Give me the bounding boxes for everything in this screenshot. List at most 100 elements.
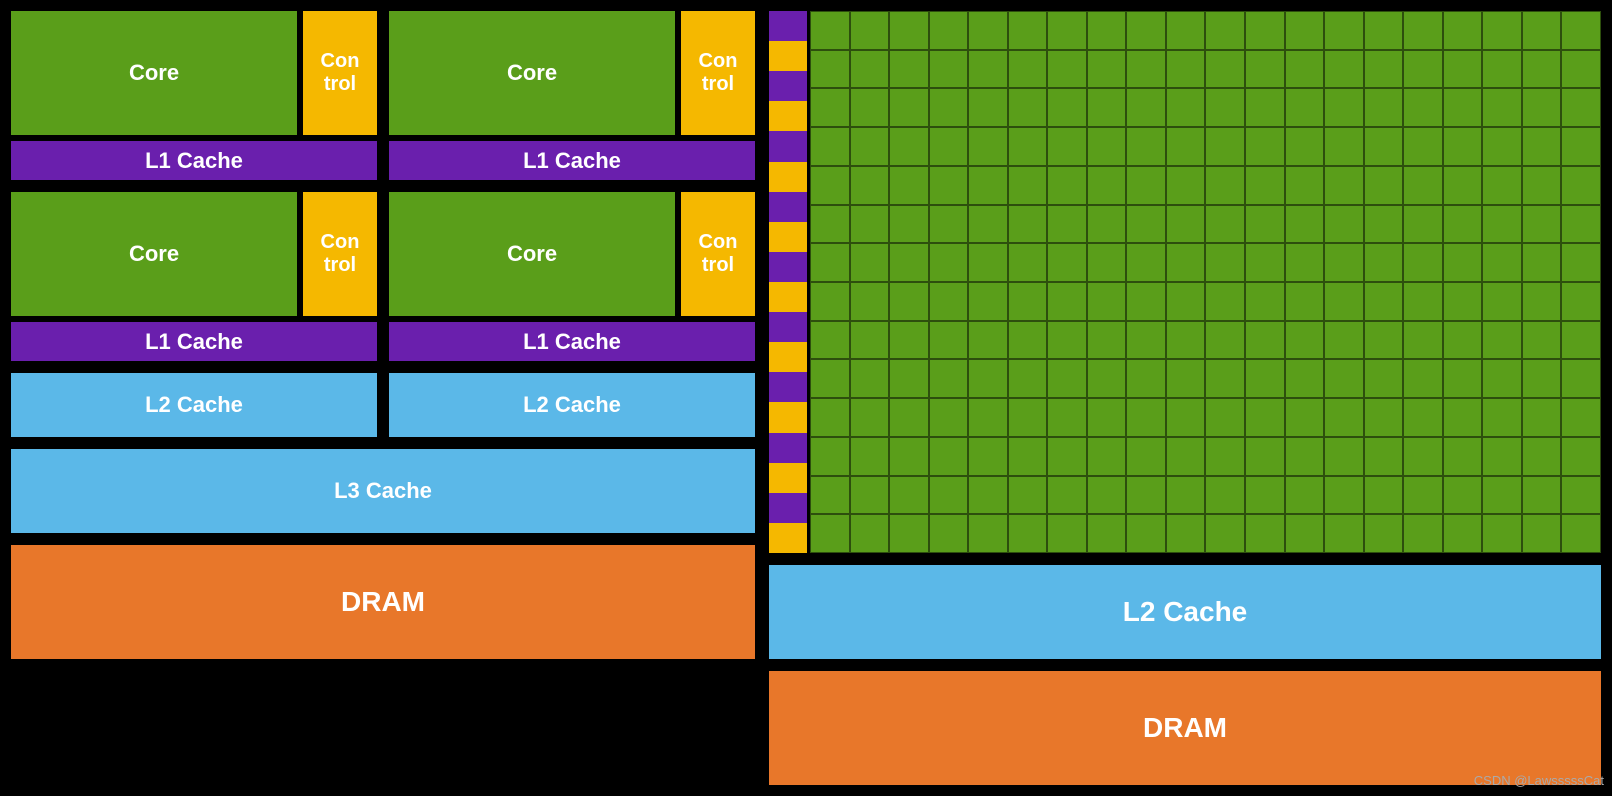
- gpu-cell-8-13: [1324, 321, 1364, 360]
- gpu-cell-13-13: [1324, 514, 1364, 553]
- gpu-cell-4-17: [1482, 166, 1522, 205]
- gpu-cell-0-1: [850, 11, 890, 50]
- gpu-cell-6-10: [1205, 243, 1245, 282]
- gpu-cell-10-11: [1245, 398, 1285, 437]
- gpu-cell-13-6: [1047, 514, 1087, 553]
- gpu-cell-9-15: [1403, 359, 1443, 398]
- gpu-cell-11-13: [1324, 437, 1364, 476]
- gpu-cell-5-2: [889, 205, 929, 244]
- gpu-cell-10-13: [1324, 398, 1364, 437]
- gpu-cell-5-6: [1047, 205, 1087, 244]
- gpu-cell-12-1: [850, 476, 890, 515]
- gpu-cell-1-0: [810, 50, 850, 89]
- stripe-cell-0: [769, 11, 807, 41]
- gpu-cell-12-15: [1403, 476, 1443, 515]
- gpu-cell-8-0: [810, 321, 850, 360]
- gpu-cell-2-3: [929, 88, 969, 127]
- gpu-cell-4-1: [850, 166, 890, 205]
- gpu-cell-7-15: [1403, 282, 1443, 321]
- gpu-cell-7-10: [1205, 282, 1245, 321]
- gpu-cell-3-5: [1008, 127, 1048, 166]
- core-4: Core: [386, 189, 678, 319]
- gpu-cell-4-12: [1285, 166, 1325, 205]
- gpu-cell-3-14: [1364, 127, 1404, 166]
- gpu-cell-13-16: [1443, 514, 1483, 553]
- gpu-cores-area: [766, 8, 1604, 556]
- gpu-cell-10-16: [1443, 398, 1483, 437]
- stripe-cell-9: [769, 282, 807, 312]
- gpu-cell-11-9: [1166, 437, 1206, 476]
- gpu-cell-1-18: [1522, 50, 1562, 89]
- gpu-cell-7-5: [1008, 282, 1048, 321]
- gpu-cell-8-10: [1205, 321, 1245, 360]
- watermark: CSDN @LawsssssCat: [1474, 773, 1604, 788]
- gpu-cell-6-1: [850, 243, 890, 282]
- gpu-cell-6-8: [1126, 243, 1166, 282]
- stripe-cell-7: [769, 222, 807, 252]
- gpu-cell-12-14: [1364, 476, 1404, 515]
- gpu-cell-9-17: [1482, 359, 1522, 398]
- gpu-cell-0-0: [810, 11, 850, 50]
- gpu-cell-7-8: [1126, 282, 1166, 321]
- gpu-cell-2-4: [968, 88, 1008, 127]
- gpu-cell-6-6: [1047, 243, 1087, 282]
- stripe-cell-10: [769, 312, 807, 342]
- gpu-grid: [807, 11, 1601, 553]
- gpu-cell-12-2: [889, 476, 929, 515]
- gpu-cell-9-1: [850, 359, 890, 398]
- gpu-cell-12-8: [1126, 476, 1166, 515]
- gpu-cell-7-19: [1561, 282, 1601, 321]
- gpu-cell-10-8: [1126, 398, 1166, 437]
- gpu-cell-11-1: [850, 437, 890, 476]
- gpu-cell-10-19: [1561, 398, 1601, 437]
- gpu-cell-5-11: [1245, 205, 1285, 244]
- gpu-cell-10-10: [1205, 398, 1245, 437]
- gpu-cell-4-10: [1205, 166, 1245, 205]
- gpu-cell-6-18: [1522, 243, 1562, 282]
- l1-cache-1: L1 Cache: [8, 138, 380, 183]
- gpu-cell-9-10: [1205, 359, 1245, 398]
- gpu-cell-10-14: [1364, 398, 1404, 437]
- gpu-cell-8-1: [850, 321, 890, 360]
- gpu-cell-2-12: [1285, 88, 1325, 127]
- gpu-cell-0-11: [1245, 11, 1285, 50]
- core-group-1: Core Con trol L1 Cache: [8, 8, 380, 183]
- gpu-cell-2-5: [1008, 88, 1048, 127]
- gpu-cell-2-16: [1443, 88, 1483, 127]
- gpu-cell-3-0: [810, 127, 850, 166]
- gpu-cell-9-0: [810, 359, 850, 398]
- gpu-cell-8-6: [1047, 321, 1087, 360]
- gpu-cell-3-7: [1087, 127, 1127, 166]
- gpu-cell-2-19: [1561, 88, 1601, 127]
- gpu-cell-11-14: [1364, 437, 1404, 476]
- gpu-cell-5-17: [1482, 205, 1522, 244]
- gpu-cell-9-9: [1166, 359, 1206, 398]
- gpu-cell-11-12: [1285, 437, 1325, 476]
- stripe-cell-8: [769, 252, 807, 282]
- gpu-cell-11-16: [1443, 437, 1483, 476]
- stripe-cell-5: [769, 162, 807, 192]
- gpu-cell-13-14: [1364, 514, 1404, 553]
- gpu-cell-13-2: [889, 514, 929, 553]
- gpu-cell-7-4: [968, 282, 1008, 321]
- stripe-cell-12: [769, 372, 807, 402]
- core-group-3: Core Con trol L1 Cache: [8, 189, 380, 364]
- gpu-cell-11-2: [889, 437, 929, 476]
- gpu-cell-12-11: [1245, 476, 1285, 515]
- gpu-cell-7-9: [1166, 282, 1206, 321]
- gpu-cell-13-1: [850, 514, 890, 553]
- gpu-cell-6-11: [1245, 243, 1285, 282]
- gpu-cell-8-3: [929, 321, 969, 360]
- stripe-cell-17: [769, 523, 807, 553]
- core-group-3-top: Core Con trol: [8, 189, 380, 319]
- gpu-cell-6-13: [1324, 243, 1364, 282]
- gpu-cell-6-9: [1166, 243, 1206, 282]
- gpu-cell-7-2: [889, 282, 929, 321]
- gpu-cell-13-0: [810, 514, 850, 553]
- gpu-cell-5-5: [1008, 205, 1048, 244]
- gpu-cell-1-13: [1324, 50, 1364, 89]
- gpu-cell-4-16: [1443, 166, 1483, 205]
- gpu-cell-4-9: [1166, 166, 1206, 205]
- gpu-cell-10-2: [889, 398, 929, 437]
- gpu-cell-12-6: [1047, 476, 1087, 515]
